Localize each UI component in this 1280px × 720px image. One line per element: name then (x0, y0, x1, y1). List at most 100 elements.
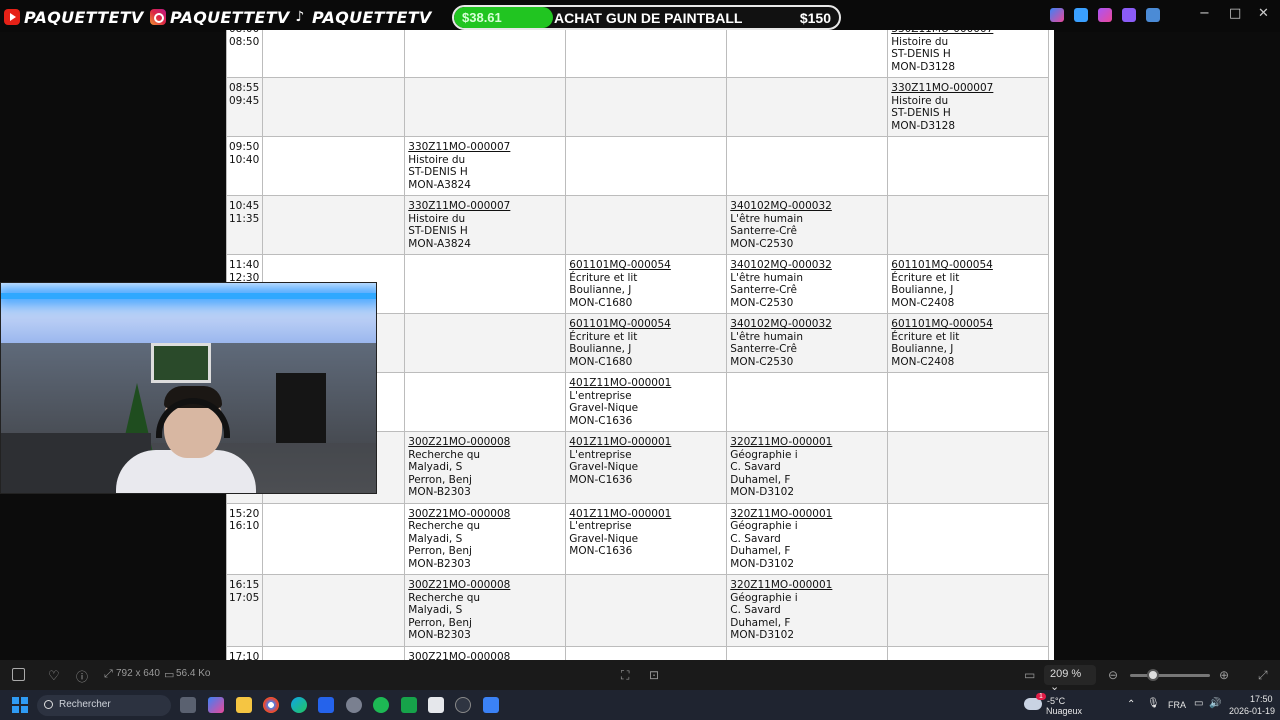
close-icon[interactable]: ✕ (1258, 6, 1269, 21)
course-detail: Duhamel, F (730, 545, 791, 557)
course-code-link[interactable]: 601101MQ-000054 (569, 259, 723, 272)
course-code-link[interactable]: 300Z21MO-000008 (408, 436, 562, 449)
course-code-link[interactable]: 320Z11MO-000001 (730, 579, 884, 592)
course-code-link[interactable]: 401Z11MO-000001 (569, 377, 723, 390)
mail-icon[interactable] (318, 697, 334, 713)
course-code-link[interactable]: 330Z11MO-000007 (408, 200, 562, 213)
actual-size-icon[interactable]: ⊡ (649, 668, 659, 682)
favorite-icon[interactable]: ♡ (48, 668, 60, 684)
app-icon-purple[interactable] (1122, 8, 1136, 22)
network-icon[interactable]: ▭ (1194, 698, 1203, 709)
copilot-icon[interactable] (1050, 8, 1064, 22)
app-icon-blue[interactable] (1074, 8, 1088, 22)
info-icon[interactable]: ⓘ (76, 668, 88, 685)
course-code-link[interactable]: 401Z11MO-000001 (569, 436, 723, 449)
schedule-cell (565, 195, 728, 255)
clock-date[interactable]: 2026-01-19 (1229, 706, 1275, 716)
zoom-dropdown[interactable]: 209 % ⌄ (1044, 665, 1096, 693)
schedule-cell (565, 645, 728, 660)
course-code-link[interactable]: 320Z11MO-000001 (730, 508, 884, 521)
schedule-cell: 320Z11MO-000001 Géographie i C. Savard Duha… (726, 574, 889, 647)
time-end: 08:50 (229, 35, 260, 48)
course-detail: MON-A3824 (408, 237, 471, 250)
obs-icon[interactable] (455, 697, 471, 713)
schedule-cell: 601101MQ-000054 Écriture et lit Boulianne,… (565, 254, 728, 314)
course-code-link[interactable]: 601101MQ-000054 (891, 318, 1045, 331)
schedule-cell: 340102MQ-000032 L'être humain Santerre-Crê… (726, 195, 889, 255)
photos-icon[interactable] (483, 697, 499, 713)
course-code-link[interactable]: 300Z21MO-000008 (408, 651, 562, 661)
instagram-handle-text: PAQUETTETV (170, 7, 290, 27)
settings-icon[interactable] (346, 697, 362, 713)
course-code-link[interactable]: 340102MQ-000032 (730, 200, 884, 213)
aspect-icon[interactable]: ▭ (1024, 668, 1035, 682)
course-detail: MON-C1636 (569, 545, 633, 557)
schedule-cell (887, 502, 1050, 575)
schedule-cell (404, 313, 567, 373)
chrome-icon[interactable] (263, 697, 279, 713)
schedule-cell: 401Z11MO-000001 L'entreprise Gravel-Nique M… (565, 502, 728, 575)
schedule-cell (726, 30, 889, 78)
app-icon-cloud[interactable] (1146, 8, 1160, 22)
time-start: 09:50 (229, 141, 260, 153)
schedule-cell (726, 77, 889, 137)
schedule-cell: 340102MQ-000032 L'être humain Santerre-Crê… (726, 254, 889, 314)
volume-icon[interactable]: 🔊 (1209, 698, 1221, 709)
time-start: 08:55 (229, 82, 260, 94)
time-slot: 08:0008:50 (226, 30, 264, 78)
course-code-link[interactable]: 330Z11MO-000007 (408, 141, 562, 154)
course-code-link[interactable]: 601101MQ-000054 (891, 259, 1045, 272)
language-indicator[interactable]: FRA (1168, 700, 1186, 710)
course-detail: ST-DENIS H (408, 225, 468, 237)
course-code-link[interactable]: 340102MQ-000032 (730, 259, 884, 272)
clock-time[interactable]: 17:50 (1250, 694, 1273, 704)
course-code-link[interactable]: 330Z11MO-000007 (891, 82, 1045, 95)
viewer-toolbar: ♡ ⓘ ⤢ 792 x 640 ▭ 56.4 Ko ⛶ ⊡ ▭ 209 % ⌄ … (0, 660, 1280, 693)
spotify-icon[interactable] (373, 697, 389, 713)
schedule-cell (262, 502, 406, 575)
fit-screen-icon[interactable]: ⛶ (621, 668, 629, 683)
taskbar-search[interactable]: Rechercher (37, 695, 171, 716)
course-code-link[interactable]: 300Z21MO-000008 (408, 579, 562, 592)
course-code-link[interactable]: 340102MQ-000032 (730, 318, 884, 331)
course-code-link[interactable]: 300Z21MO-000008 (408, 508, 562, 521)
zoom-out-icon[interactable]: ⊖ (1108, 668, 1118, 682)
course-detail: C. Savard (730, 604, 781, 616)
course-code-link[interactable]: 320Z11MO-000001 (730, 436, 884, 449)
course-code-link[interactable]: 601101MQ-000054 (569, 318, 723, 331)
schedule-cell (726, 372, 889, 432)
taskbar: Rechercher 1 -5°C Nuageux ⌃ 🎙 FRA ▭ 🔊 17… (0, 690, 1280, 720)
windows-start-icon[interactable] (12, 697, 28, 713)
app-icon-pink[interactable] (1098, 8, 1112, 22)
store-icon[interactable] (428, 697, 444, 713)
course-detail: Géographie i (730, 448, 798, 461)
zoom-slider-thumb[interactable] (1147, 669, 1159, 681)
course-detail: Santerre-Crê (730, 343, 797, 355)
microphone-icon[interactable]: 🎙 (1147, 698, 1160, 709)
fullscreen-icon[interactable]: ⤢ (1258, 668, 1268, 683)
schedule-cell (262, 195, 406, 255)
schedule-cell (262, 136, 406, 196)
file-explorer-icon[interactable] (236, 697, 252, 713)
xbox-icon[interactable] (401, 697, 417, 713)
zoom-in-icon[interactable]: ⊕ (1219, 668, 1229, 682)
task-view-icon[interactable] (180, 697, 196, 713)
time-slot: 15:20 16:10 (226, 502, 264, 575)
copilot-taskbar-icon[interactable] (208, 697, 224, 713)
minimize-icon[interactable]: − (1199, 6, 1210, 21)
schedule-cell: 330Z11MO-000007Histoire duST-DENIS HMON-… (404, 195, 567, 255)
schedule-cell: 320Z11MO-000001 Géographie i C. Savard Duha… (726, 431, 889, 504)
zoom-slider[interactable] (1130, 674, 1210, 677)
course-detail: L'être humain (730, 330, 804, 343)
tray-chevron-icon[interactable]: ⌃ (1127, 699, 1135, 710)
edge-icon[interactable] (291, 697, 307, 713)
time-slot: 17:1018:00 (226, 645, 264, 660)
slideshow-icon[interactable] (12, 668, 25, 681)
course-detail: MON-C1680 (569, 355, 633, 368)
course-code-link[interactable]: 401Z11MO-000001 (569, 508, 723, 521)
table-row: 10:45 11:35 330Z11MO-000007 Histoire du ST-D… (226, 195, 1050, 255)
schedule-cell: 401Z11MO-000001 L'entreprise Gravel-Nique M… (565, 431, 728, 504)
course-detail: MON-C2408 (891, 296, 955, 309)
maximize-icon[interactable]: □ (1229, 6, 1241, 21)
course-detail: Écriture et lit (569, 271, 638, 284)
